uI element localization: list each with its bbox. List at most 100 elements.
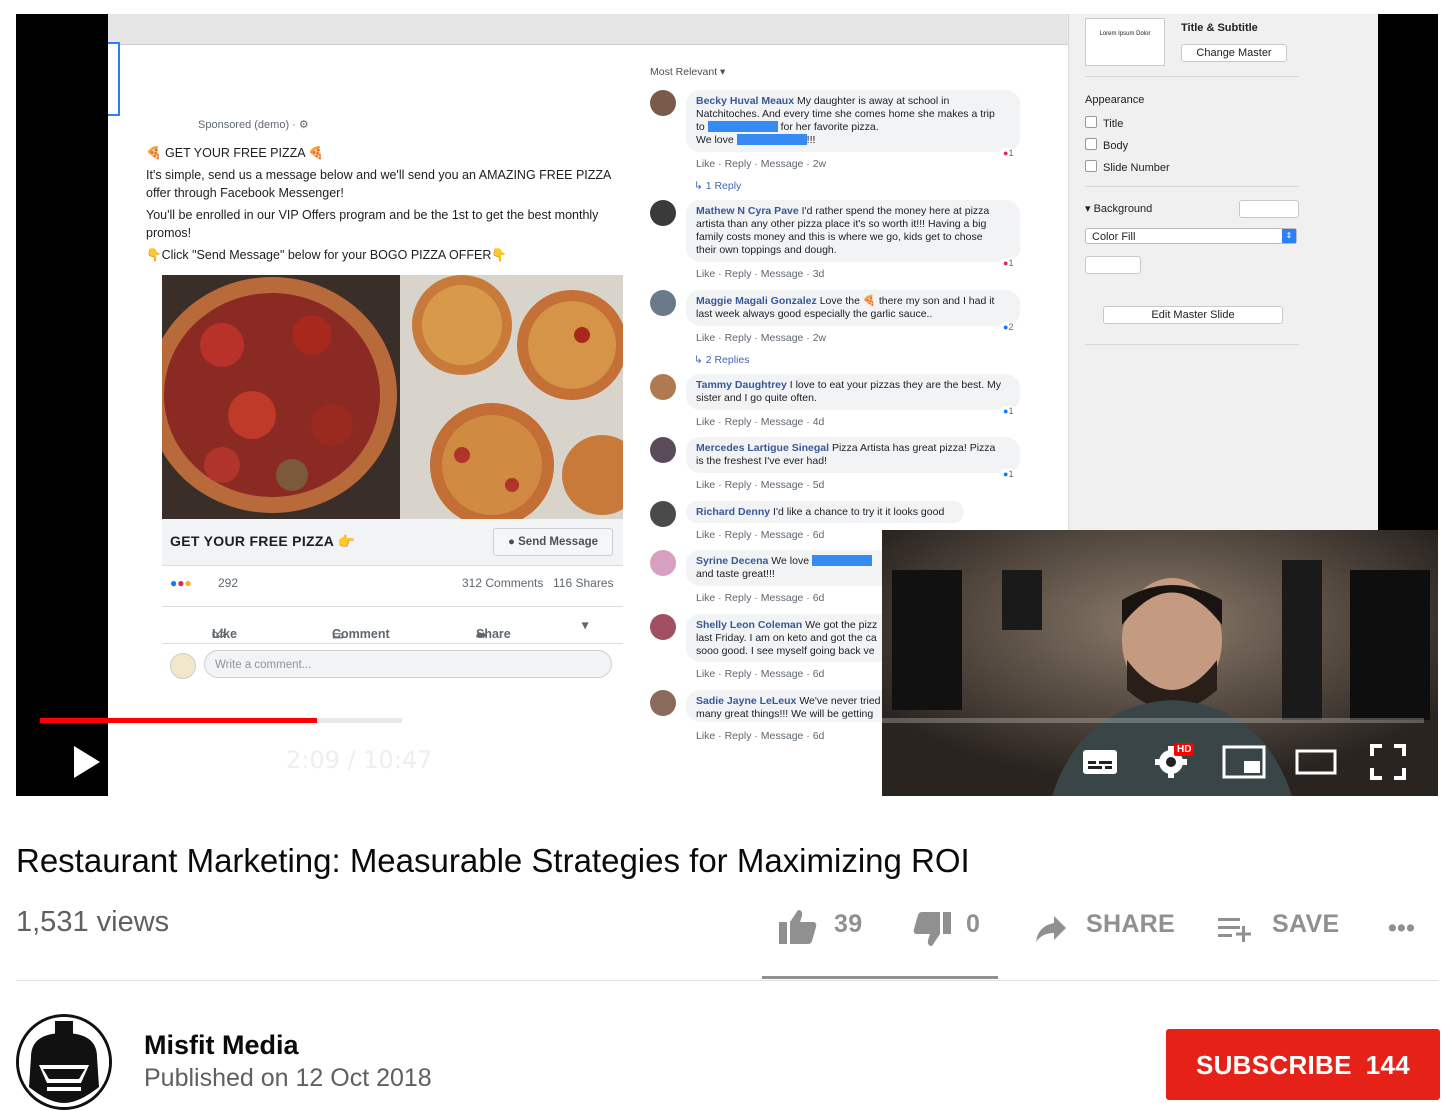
- comment-meta: Like · Reply · Message · 4d: [696, 416, 825, 428]
- shares-count: 116 Shares: [553, 576, 614, 590]
- sort-label: Most Relevant ▾: [650, 66, 726, 78]
- commenter-avatar: [650, 290, 676, 316]
- appearance-label: Appearance: [1085, 94, 1145, 106]
- commenter-avatar: [650, 90, 676, 116]
- time-display: 2:09 / 10:47: [286, 746, 433, 774]
- dislike-count: 0: [966, 910, 981, 938]
- played-bar: [40, 718, 317, 723]
- comment-meta: Like · Reply · Message · 2w: [696, 332, 827, 344]
- playlist-add-icon: [1218, 918, 1251, 942]
- post-text: 🍕 GET YOUR FREE PIZZA 🍕 It's simple, sen…: [146, 144, 616, 268]
- thumbs-up-icon: [779, 910, 817, 944]
- theater-mode-icon[interactable]: [1294, 744, 1338, 780]
- comments-count: 312 Comments: [462, 576, 544, 590]
- write-comment: Write a comment...: [170, 650, 615, 680]
- more-actions-icon[interactable]: •••: [1388, 914, 1415, 943]
- commenter-avatar: [650, 690, 676, 716]
- divider: [16, 980, 1438, 981]
- fullscreen-icon[interactable]: [1370, 744, 1406, 780]
- comment-bubble: Syrine Decena We love and taste great!!!: [686, 550, 896, 586]
- post-paragraph: 👇Click "Send Message" below for your BOG…: [146, 248, 507, 262]
- commenter-avatar: [650, 501, 676, 527]
- channel-name[interactable]: Misfit Media: [144, 1030, 299, 1061]
- check-slide-number: Slide Number: [1085, 160, 1170, 174]
- comment-reaction: ●2: [1000, 322, 1017, 332]
- next-icon[interactable]: [154, 744, 182, 780]
- comment-meta: Like · Reply · Message · 3d: [696, 268, 825, 280]
- messenger-icon: ●: [507, 536, 515, 548]
- subscribe-button[interactable]: SUBSCRIBE 144: [1166, 1029, 1440, 1100]
- share-label: SHARE: [1086, 910, 1176, 938]
- share-arrow-icon: [1036, 916, 1066, 942]
- commenter-avatar: [650, 374, 676, 400]
- color-fill-select: Color Fill ⇕: [1085, 228, 1297, 244]
- save-label: SAVE: [1272, 910, 1340, 938]
- comment-bubble: Maggie Magali Gonzalez Love the 🍕 there …: [686, 290, 1020, 326]
- channel-avatar[interactable]: [16, 1014, 112, 1110]
- volume-icon[interactable]: [218, 744, 252, 780]
- comment-bubble: Richard Denny I'd like a chance to try i…: [686, 501, 964, 523]
- sentiment-bar: [762, 976, 998, 979]
- change-master-button: Change Master: [1181, 44, 1287, 62]
- reply-link: ↳ 1 Reply: [694, 180, 742, 192]
- master-thumbnail: Lorem Ipsum Dolor: [1085, 18, 1165, 66]
- write-comment-input: Write a comment...: [204, 650, 612, 678]
- commenter-avatar: [650, 200, 676, 226]
- pizza-photo: [162, 275, 623, 519]
- video-title: Restaurant Marketing: Measurable Strateg…: [16, 842, 970, 879]
- comment-meta: Like · Reply · Message · 6d: [696, 592, 825, 604]
- reply-link: ↳ 2 Replies: [694, 354, 750, 366]
- edit-master-button: Edit Master Slide: [1103, 306, 1283, 324]
- comment-meta: Like · Reply · Message · 2w: [696, 158, 827, 170]
- commenter-avatar: [170, 653, 196, 679]
- post-paragraph: You'll be enrolled in our VIP Offers pro…: [146, 208, 599, 240]
- play-icon[interactable]: [72, 744, 102, 780]
- post-headline: 🍕 GET YOUR FREE PIZZA 🍕: [146, 146, 324, 160]
- comment-reaction: ●1: [1000, 406, 1017, 416]
- video-player[interactable]: Lorem Ipsum Dolor Title & Subtitle Chang…: [16, 14, 1438, 796]
- layout-title: Title & Subtitle: [1181, 22, 1258, 34]
- reaction-icons: ●●●: [170, 576, 192, 590]
- comment-bubble: Mathew N Cyra Pave I'd rather spend the …: [686, 200, 1020, 262]
- comment-reaction: ●1: [1000, 148, 1017, 158]
- post-actions: 👍︎ Like ▭ Comment ➦ Share ▾: [162, 606, 623, 644]
- post-paragraph: It's simple, send us a message below and…: [146, 168, 611, 200]
- check-title: Title: [1085, 116, 1123, 130]
- background-label: ▾ Background: [1085, 203, 1153, 215]
- send-message-button: ● Send Message: [493, 528, 613, 556]
- like-count: 39: [834, 910, 863, 938]
- separator: [1085, 344, 1299, 345]
- sponsored-label: Sponsored (demo) · ⚙: [198, 119, 309, 131]
- comment-meta: Like · Reply · Message · 6d: [696, 668, 825, 680]
- comment-bubble: Becky Huval Meaux My daughter is away at…: [686, 90, 1020, 152]
- progress-bar[interactable]: [40, 718, 1424, 723]
- subscriber-count: 144: [1365, 1050, 1411, 1080]
- comment-bubble: Mercedes Lartigue Sinegal Pizza Artista …: [686, 437, 1020, 473]
- comment-meta: Like · Reply · Message · 6d: [696, 730, 825, 742]
- cta-title: GET YOUR FREE PIZZA 👉: [170, 533, 356, 549]
- background-color-well: [1239, 200, 1299, 218]
- publish-date: Published on 12 Oct 2018: [144, 1064, 432, 1092]
- check-body: Body: [1085, 138, 1128, 152]
- fill-color-well: [1085, 256, 1141, 274]
- separator: [1085, 186, 1299, 187]
- miniplayer-icon[interactable]: [1222, 744, 1266, 780]
- commenter-avatar: [650, 550, 676, 576]
- separator: [1085, 76, 1299, 77]
- comment-meta: Like · Reply · Message · 6d: [696, 529, 825, 541]
- hd-badge: HD: [1174, 743, 1195, 756]
- slide-thumbnail-strip: [108, 42, 120, 116]
- reactions-count: 292: [218, 576, 239, 590]
- cta-bar: GET YOUR FREE PIZZA 👉 ● Send Message: [162, 519, 623, 566]
- commenter-avatar: [650, 614, 676, 640]
- captions-icon[interactable]: [1082, 744, 1118, 780]
- top-strip: [0, 0, 1454, 14]
- comment-reaction: ●1: [1000, 469, 1017, 479]
- commenter-avatar: [650, 437, 676, 463]
- thumbs-down-icon: [913, 912, 951, 946]
- comment-meta: Like · Reply · Message · 5d: [696, 479, 825, 491]
- audience-icon: ▾: [582, 618, 589, 632]
- view-count: 1,531 views: [16, 906, 170, 938]
- post-stats: ●●● 292 312 Comments 116 Shares: [162, 572, 623, 594]
- inspector-panel: Lorem Ipsum Dolor Title & Subtitle Chang…: [1068, 14, 1378, 534]
